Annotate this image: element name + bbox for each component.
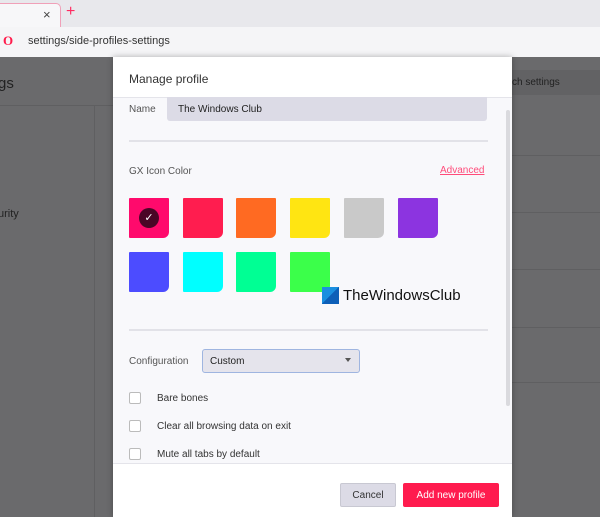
color-swatch[interactable] — [236, 252, 276, 292]
mute-tabs-label: Mute all tabs by default — [157, 449, 260, 460]
color-swatch[interactable] — [290, 252, 330, 292]
search-placeholder: ch settings — [512, 77, 560, 88]
dialog-title: Manage profile — [113, 57, 512, 98]
configuration-label: Configuration — [129, 356, 189, 367]
checkmark-icon: ✓ — [139, 208, 159, 228]
divider — [94, 105, 95, 517]
sidebar-item-security[interactable]: urity — [0, 208, 19, 220]
divider — [129, 329, 488, 331]
address-bar[interactable]: O settings/side-profiles-settings — [0, 27, 600, 57]
gx-icon-color-label: GX Icon Color — [129, 166, 192, 177]
mute-tabs-checkbox[interactable] — [129, 448, 141, 460]
configuration-select[interactable]: Custom — [202, 349, 360, 373]
watermark-text: TheWindowsClub — [343, 287, 461, 304]
color-swatch[interactable] — [236, 198, 276, 238]
name-label: Name — [129, 104, 156, 115]
bare-bones-label: Bare bones — [157, 393, 209, 404]
chevron-down-icon — [345, 358, 351, 362]
scrollbar[interactable] — [506, 110, 510, 406]
color-swatch[interactable] — [183, 252, 223, 292]
color-swatch[interactable]: ✓ — [129, 198, 169, 238]
configuration-value: Custom — [210, 356, 245, 367]
name-input[interactable] — [167, 97, 487, 121]
windows-logo-icon — [322, 287, 339, 304]
plus-icon[interactable]: + — [66, 3, 75, 21]
color-swatch[interactable] — [398, 198, 438, 238]
divider — [512, 212, 600, 213]
watermark: TheWindowsClub — [322, 287, 461, 304]
color-swatch[interactable] — [183, 198, 223, 238]
clear-browsing-data-checkbox[interactable] — [129, 420, 141, 432]
tab-strip: × + — [0, 0, 600, 27]
url-text[interactable]: settings/side-profiles-settings — [28, 35, 170, 47]
cancel-button[interactable]: Cancel — [340, 483, 396, 507]
divider — [512, 269, 600, 270]
clear-browsing-data-label: Clear all browsing data on exit — [157, 421, 291, 432]
manage-profile-dialog: Manage profile Name GX Icon Color Advanc… — [113, 57, 512, 517]
divider — [512, 382, 600, 383]
add-new-profile-button[interactable]: Add new profile — [403, 483, 499, 507]
divider — [512, 327, 600, 328]
divider — [512, 155, 600, 156]
color-swatch[interactable] — [290, 198, 330, 238]
divider — [0, 105, 113, 106]
search-settings-input[interactable]: ch settings — [512, 70, 600, 95]
bare-bones-checkbox[interactable] — [129, 392, 141, 404]
dialog-footer: Cancel Add new profile — [113, 463, 512, 517]
advanced-link[interactable]: Advanced — [440, 165, 484, 176]
color-swatch[interactable] — [344, 198, 384, 238]
settings-title: gs — [0, 75, 14, 92]
color-swatch[interactable] — [129, 252, 169, 292]
divider — [129, 140, 488, 142]
opera-logo-icon: O — [3, 33, 14, 48]
tab-settings[interactable]: × — [0, 3, 61, 27]
close-icon[interactable]: × — [43, 7, 51, 22]
